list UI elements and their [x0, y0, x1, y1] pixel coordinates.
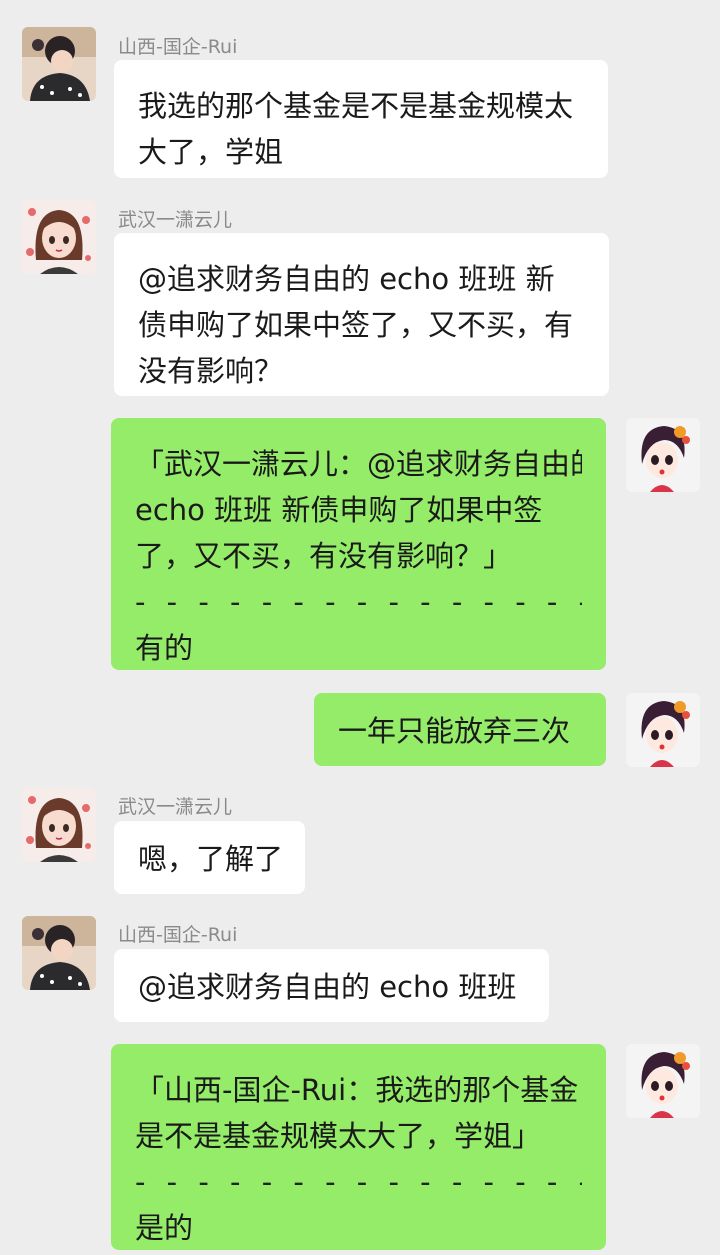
message-bubble[interactable]: 一年只能放弃三次 — [314, 693, 606, 766]
message-text: @追求财务自由的 echo 班班 新 — [138, 262, 555, 296]
avatar-rui[interactable] — [22, 27, 96, 101]
sender-name: 武汉一潇云儿 — [118, 209, 233, 231]
cartoon-geisha-icon — [626, 1044, 700, 1118]
portrait-photo-icon — [22, 916, 96, 990]
message-bubble[interactable]: 嗯，了解了 — [114, 821, 305, 894]
sender-name: 山西-国企-Rui — [118, 36, 238, 58]
message-text: 大了，学姐 — [138, 135, 284, 169]
cartoon-geisha-icon — [626, 693, 700, 767]
quoted-text: echo 班班 新债申购了如果中签 — [135, 493, 543, 527]
portrait-photo-icon — [22, 27, 96, 101]
avatar-self[interactable] — [626, 1044, 700, 1118]
message-text: @追求财务自由的 echo 班班 — [138, 970, 517, 1004]
quoted-text: 「山西-国企-Rui：我选的那个基金 — [135, 1073, 579, 1107]
message-bubble[interactable]: 「武汉一潇云儿：@追求财务自由的 echo 班班 新债申购了如果中签 了，又不买… — [111, 418, 606, 670]
avatar-self[interactable] — [626, 693, 700, 767]
avatar-rui[interactable] — [22, 916, 96, 990]
message-text: 我选的那个基金是不是基金规模太 — [138, 89, 574, 123]
cartoon-girl-icon — [22, 788, 96, 862]
avatar-self[interactable] — [626, 418, 700, 492]
message-text: 没有影响？ — [138, 354, 284, 388]
avatar-yuner[interactable] — [22, 788, 96, 862]
message-bubble[interactable]: @追求财务自由的 echo 班班 新 债申购了如果中签了，又不买，有 没有影响？ — [114, 233, 609, 396]
reply-text: 有的 — [135, 631, 194, 665]
sender-name: 武汉一潇云儿 — [118, 796, 233, 818]
message-text: 嗯，了解了 — [138, 842, 281, 876]
message-bubble[interactable]: @追求财务自由的 echo 班班 — [114, 949, 549, 1022]
cartoon-geisha-icon — [626, 418, 700, 492]
quote-separator: - - - - - - - - - - - - - - - — [135, 1165, 582, 1199]
quoted-text: 「武汉一潇云儿：@追求财务自由的 — [135, 447, 582, 481]
message-bubble[interactable]: 我选的那个基金是不是基金规模太 大了，学姐 — [114, 60, 608, 178]
avatar-yuner[interactable] — [22, 200, 96, 274]
cartoon-girl-icon — [22, 200, 96, 274]
quoted-text: 是不是基金规模太大了，学姐」 — [135, 1119, 542, 1153]
message-bubble[interactable]: 「山西-国企-Rui：我选的那个基金 是不是基金规模太大了，学姐」 - - - … — [111, 1044, 606, 1250]
quote-separator: - - - - - - - - - - - - - - - — [135, 585, 582, 619]
sender-name: 山西-国企-Rui — [118, 924, 238, 946]
quoted-text: 了，又不买，有没有影响？」 — [135, 539, 513, 573]
message-text: 债申购了如果中签了，又不买，有 — [138, 308, 574, 342]
reply-text: 是的 — [135, 1211, 194, 1245]
message-text: 一年只能放弃三次 — [338, 714, 571, 748]
